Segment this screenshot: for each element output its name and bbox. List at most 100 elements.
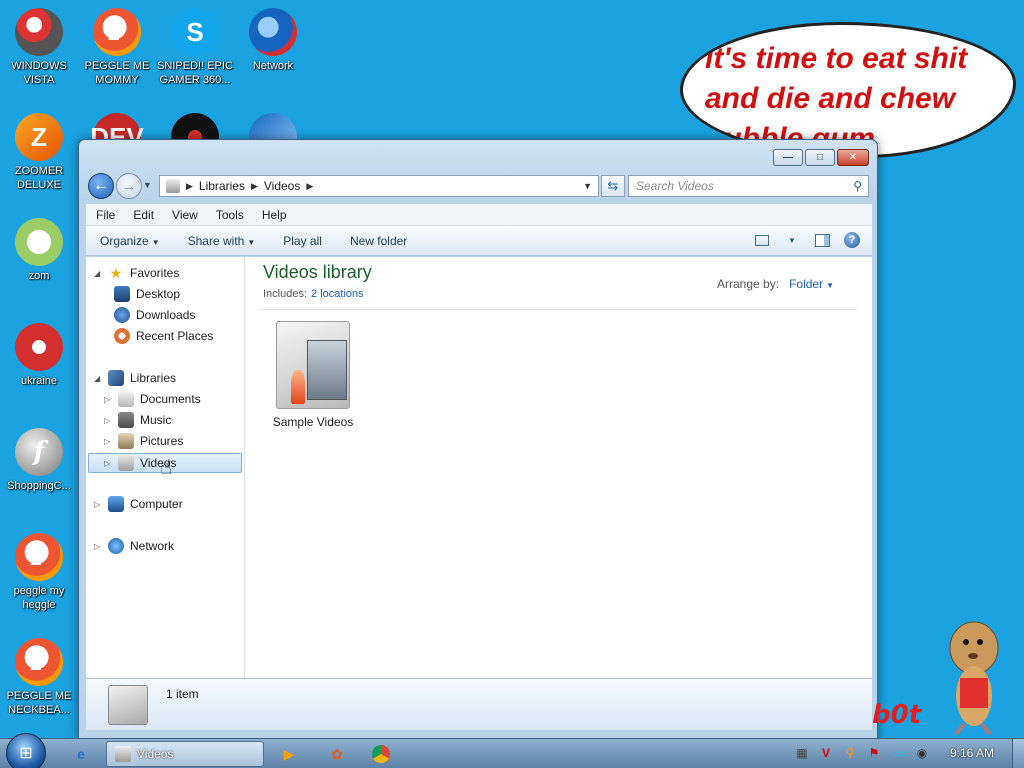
tree-item-label: Pictures [140,434,184,448]
desktop-icon-network[interactable]: Network [234,8,312,73]
show-desktop-button[interactable] [1012,739,1024,768]
tree-item-computer[interactable]: ▷ Computer [94,494,183,514]
preview-pane-button[interactable] [814,232,830,248]
recent-pages-dropdown[interactable]: ▼ [143,180,152,190]
tree-item-favorites[interactable]: ◢ ★ Favorites [94,263,179,283]
expanded-arrow-icon[interactable]: ◢ [94,269,102,278]
address-dropdown-icon[interactable]: ▼ [583,181,592,191]
chevron-down-icon[interactable]: ▼ [826,281,834,290]
breadcrumb-libraries[interactable]: Libraries [199,179,245,193]
tree-item-desktop[interactable]: Desktop [114,284,180,304]
more-views-button[interactable]: ▼ [784,232,800,248]
tree-item-music[interactable]: ▷ Music [104,410,171,430]
start-button[interactable]: ⊞ [6,733,46,768]
internet-explorer-icon[interactable]: e [70,743,92,765]
tree-item-pictures[interactable]: ▷ Pictures [104,431,183,451]
taskbar-window-videos[interactable]: Videos [106,741,264,767]
menu-file[interactable]: File [86,208,123,222]
flag-icon[interactable]: ⚑ [866,745,882,761]
speaker-icon[interactable]: ◉ [914,745,930,761]
desktop-icon-zom[interactable]: zom [0,218,78,283]
desktop-icon-skype[interactable]: S SNIPED!! EPIC GAMER 360... [156,8,234,87]
search-icon[interactable]: ⚲ [853,179,862,193]
desktop-icon-label: SNIPED!! EPIC GAMER 360... [157,60,233,86]
menu-tools[interactable]: Tools [206,208,252,222]
menu-edit[interactable]: Edit [123,208,162,222]
breadcrumb-separator-icon[interactable]: ▶ [306,181,313,192]
menu-view[interactable]: View [162,208,206,222]
desktop-icon-label: zom [28,270,50,282]
breadcrumb-videos[interactable]: Videos [264,179,300,193]
preview-pane-icon [814,233,830,247]
share-with-label: Share with [187,233,245,248]
play-all-button[interactable]: Play all [269,234,336,248]
desktop-icon [114,286,130,302]
organize-button[interactable]: Organize ▼ [86,234,174,248]
tree-item-network[interactable]: ▷ Network [94,536,174,556]
network-icon [108,538,124,554]
media-player-icon[interactable]: ▶ [278,743,300,765]
help-icon[interactable]: ? [844,232,860,248]
collapsed-arrow-icon[interactable]: ▷ [94,542,102,551]
folder-item-sample-videos[interactable]: Sample Videos [267,321,359,429]
tree-item-label: Libraries [130,371,177,385]
collapsed-arrow-icon[interactable]: ▷ [94,500,102,509]
antivirus-icon[interactable]: V [818,745,834,761]
app-icon[interactable]: ✿ [326,743,348,765]
collapsed-arrow-icon[interactable]: ▷ [104,416,112,425]
collapsed-arrow-icon[interactable]: ▷ [104,395,112,404]
film-thumbnail [307,340,347,400]
skype-icon: S [171,8,219,56]
desktop-icon-zoomer-deluxe[interactable]: Z ZOOMER DELUXE [0,113,78,192]
menu-help[interactable]: Help [252,208,295,222]
share-with-button[interactable]: Share with ▼ [174,234,270,248]
desktop-icon-shopping[interactable]: f ShoppingC... [0,428,78,493]
tree-item-label: Favorites [130,266,180,280]
desktop-icon-ukraine[interactable]: ukraine [0,323,78,388]
address-bar[interactable]: ▶ Libraries ▶ Videos ▶ ▼ [159,175,599,197]
maximize-button[interactable]: □ [805,149,835,166]
folder-label: Sample Videos [272,415,354,429]
clock[interactable]: 9:16 AM [950,746,994,760]
desktop-icon-peggle-me-mommy[interactable]: P PEGGLE ME MOMMY [78,8,156,87]
desktop-icon-peggle-me-neckbeard[interactable]: P PEGGLE ME NECKBEA... [0,638,78,717]
new-folder-button[interactable]: New folder [336,234,421,248]
locations-link[interactable]: 2 locations [311,288,364,300]
change-view-button[interactable] [754,232,770,248]
breadcrumb-separator-icon[interactable]: ▶ [186,181,193,192]
search-input[interactable]: Search Videos ⚲ [628,175,869,197]
arrange-by-dropdown[interactable]: Folder [789,277,823,291]
refresh-button[interactable]: ⇆ [601,175,625,197]
tree-item-downloads[interactable]: Downloads [114,305,195,325]
minimize-button[interactable]: — [773,149,803,166]
close-button[interactable]: ✕ [837,149,869,166]
command-bar-right: ▼ ? [754,232,860,248]
tree-item-recent-places[interactable]: Recent Places [114,326,213,346]
search-tray-icon[interactable]: ⚲ [842,745,858,761]
chrome-icon[interactable] [370,743,392,765]
pictures-icon [118,433,134,449]
desktop-icon-label: PEGGLE ME MOMMY [84,60,150,86]
back-button[interactable]: ← [88,173,114,199]
tree-item-libraries[interactable]: ◢ Libraries [94,368,176,388]
windows-vista-icon [15,8,63,56]
collapsed-arrow-icon[interactable]: ▷ [104,459,112,468]
tray-app-icon[interactable]: ▦ [794,745,810,761]
desktop-icon-windows-vista[interactable]: WINDOWS VISTA [0,8,78,87]
desktop-icon-peggle-my-heggle[interactable]: P peggle my heggle [0,533,78,612]
desktop-icon-label: PEGGLE ME NECKBEA... [6,690,72,716]
speech-bubble: it's time to eat shit and die and chew b… [680,22,1016,158]
forward-button[interactable]: → [116,173,142,199]
tree-item-label: Computer [130,497,183,511]
desktop-icon-label: ShoppingC... [7,480,71,492]
arrange-label: Arrange by: [717,277,780,291]
item-count: 1 item [166,687,199,701]
organize-label: Organize [100,233,149,248]
tree-item-documents[interactable]: ▷ Documents [104,389,201,409]
desktop-icon-label: ZOOMER DELUXE [14,165,64,191]
flash-icon: f [15,428,63,476]
expanded-arrow-icon[interactable]: ◢ [94,374,102,383]
collapsed-arrow-icon[interactable]: ▷ [104,437,112,446]
monitor-icon[interactable]: ▭ [890,745,906,761]
breadcrumb-separator-icon[interactable]: ▶ [251,181,258,192]
